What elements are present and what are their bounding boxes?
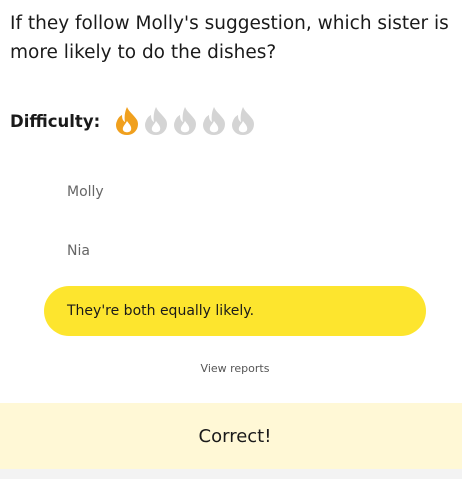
answer-choice-label: They're both equally likely.: [67, 303, 255, 319]
flame-icon: [174, 107, 197, 135]
answer-choice-label: Nia: [67, 243, 90, 259]
answer-choice-label: Molly: [67, 184, 104, 200]
result-text: Correct!: [198, 425, 272, 447]
difficulty-label: Difficulty:: [10, 111, 101, 131]
view-reports-link[interactable]: View reports: [0, 362, 462, 375]
answer-choice-both-equal[interactable]: They're both equally likely.: [44, 286, 426, 336]
bottom-divider: [0, 469, 462, 479]
answer-choice-nia[interactable]: Nia: [44, 226, 426, 276]
answer-choice-molly[interactable]: Molly: [44, 167, 426, 217]
flame-icon: [232, 107, 255, 135]
flame-icon: [116, 107, 139, 135]
flame-icon: [145, 107, 168, 135]
result-banner: Correct!: [0, 403, 462, 469]
question-text: If they follow Molly's suggestion, which…: [10, 13, 449, 63]
difficulty-flames: [114, 106, 259, 136]
flame-icon: [203, 107, 226, 135]
difficulty-rating: Difficulty:: [10, 104, 259, 138]
